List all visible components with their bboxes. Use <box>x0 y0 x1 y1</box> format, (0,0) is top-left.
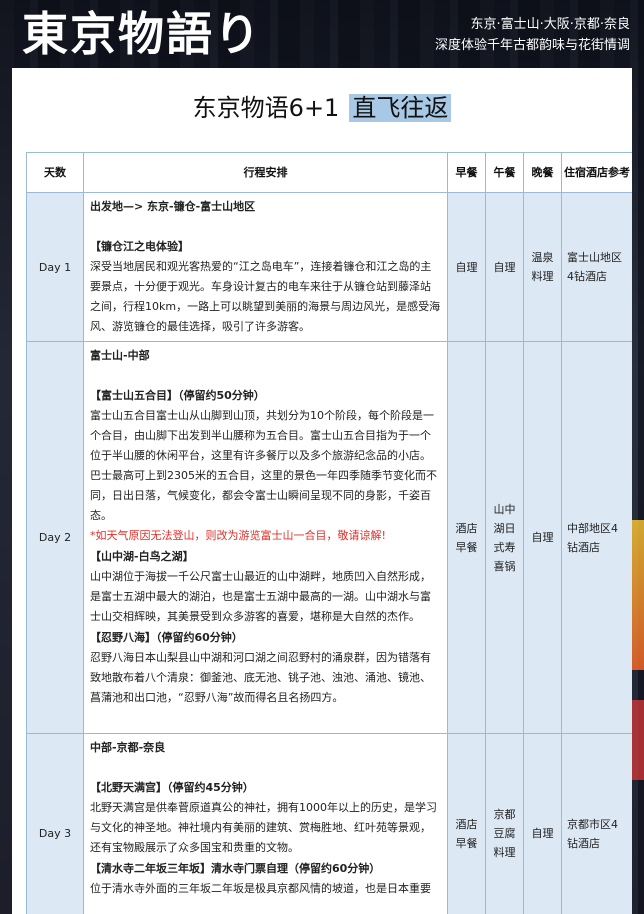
plan-cell: 出发地—> 东京-镰仓-富士山地区 【镰仓江之电体验】 深受当地居民和观光客热爱… <box>83 192 448 342</box>
tagline-destinations: 东京·富士山·大阪·京都·奈良 <box>470 17 630 32</box>
tagline-description: 深度体验千年古都韵味与花街情调 <box>434 38 630 53</box>
dinner-text: 温泉料理 <box>531 251 554 283</box>
day-cell: Day 3 <box>26 733 84 914</box>
dinner-cell: 温泉料理 <box>523 192 562 342</box>
route: 富士山-中部 <box>90 349 150 362</box>
lunch-cell: 自理 <box>485 192 524 342</box>
header-day: 天数 <box>26 152 84 193</box>
breakfast-cell: 自理 <box>447 192 486 342</box>
route: 出发地—> 东京-镰仓-富士山地区 <box>90 200 256 213</box>
header-banner: 東京物語り 东京·富士山·大阪·京都·奈良 深度体验千年古都韵味与花街情调 <box>0 0 644 68</box>
day-cell: Day 2 <box>26 341 84 734</box>
section-body: 山中湖位于海拔一千公尺富士山最近的山中湖畔，地质凹入自然形成，是富士五湖中最大的… <box>90 570 431 623</box>
section-body: 位于清水寺外面的三年坂二年坂是极具京都风情的坡道，也是日本重要 <box>90 882 431 895</box>
section-body: 富士山五合目富士山从山脚到山顶，共划分为10个阶段，每个阶段是一个合目，由山脚下… <box>90 409 437 522</box>
title-main: 东京物语6+1 <box>192 94 340 122</box>
section-heading: 【忍野八海】（停留约60分钟） <box>90 631 243 644</box>
header-breakfast: 早餐 <box>447 152 486 193</box>
hotel-cell: 京都市区4钻酒店 <box>561 733 632 914</box>
section-body: 北野天满宫是供奉菅原道真公的神社，拥有1000年以上的历史，是学习与文化的神圣地… <box>90 801 437 854</box>
header-dinner: 晚餐 <box>523 152 562 193</box>
section-body: 深受当地居民和观光客热爱的“江之岛电车”，连接着镰仓和江之岛的主要景点，十分便于… <box>90 260 441 333</box>
lunch-text: 京都豆腐料理 <box>493 808 516 859</box>
title-highlight: 直飞往返 <box>349 94 452 122</box>
table-row: Day 2 富士山-中部 【富士山五合目】（停留约50分钟） 富士山五合目富士山… <box>26 341 632 734</box>
hotel-cell: 中部地区4钻酒店 <box>561 341 632 734</box>
lunch-cell: 京都豆腐料理 <box>485 733 524 914</box>
section-heading: 【北野天满宫】（停留约45分钟） <box>90 781 254 794</box>
table-row: Day 1 出发地—> 东京-镰仓-富士山地区 【镰仓江之电体验】 深受当地居民… <box>26 192 632 342</box>
breakfast-cell: 酒店早餐 <box>447 733 486 914</box>
header-plan: 行程安排 <box>83 152 448 193</box>
hotel-cell: 富士山地区4钻酒店 <box>561 192 632 342</box>
weather-warning: *如天气原因无法登山，则改为游览富士山一合目，敬请谅解! <box>90 529 386 542</box>
section-heading: 【清水寺二年坂三年坂】清水寺门票自理（停留约60分钟） <box>90 862 381 875</box>
day-cell: Day 1 <box>26 192 84 342</box>
plan-cell: 中部-京都-奈良 【北野天满宫】（停留约45分钟） 北野天满宫是供奉菅原道真公的… <box>83 733 448 914</box>
itinerary-sheet: 东京物语6+1 直飞往返 天数 行程安排 早餐 午餐 晚餐 住宿酒店参考 Day … <box>12 68 632 914</box>
table-header-row: 天数 行程安排 早餐 午餐 晚餐 住宿酒店参考 <box>26 152 632 193</box>
lunch-cell: 山中湖日式寿喜锅 <box>485 341 524 734</box>
brand-logo-text: 東京物語り <box>22 7 262 61</box>
itinerary-table: 天数 行程安排 早餐 午餐 晚餐 住宿酒店参考 Day 1 出发地—> 东京-镰… <box>26 152 632 914</box>
header-hotel: 住宿酒店参考 <box>561 152 632 193</box>
dinner-cell: 自理 <box>523 733 562 914</box>
tagline: 东京·富士山·大阪·京都·奈良 深度体验千年古都韵味与花街情调 <box>435 14 630 56</box>
section-heading: 【富士山五合目】（停留约50分钟） <box>90 389 265 402</box>
section-heading: 【山中湖-白鸟之湖】 <box>90 550 194 563</box>
plan-cell: 富士山-中部 【富士山五合目】（停留约50分钟） 富士山五合目富士山从山脚到山顶… <box>83 341 448 734</box>
section-body: 忍野八海日本山梨县山中湖和河口湖之间忍野村的涌泉群，因为错落有致地散布着八个清泉… <box>90 651 431 704</box>
lunch-text: 山中湖日式寿喜锅 <box>493 502 516 573</box>
dinner-cell: 自理 <box>523 341 562 734</box>
document-title: 东京物语6+1 直飞往返 <box>12 88 632 123</box>
section-heading: 【镰仓江之电体验】 <box>90 240 189 253</box>
table-row: Day 3 中部-京都-奈良 【北野天满宫】（停留约45分钟） 北野天满宫是供奉… <box>26 733 632 914</box>
breakfast-text: 酒店早餐 <box>455 817 478 850</box>
breakfast-cell: 酒店早餐 <box>447 341 486 734</box>
header-lunch: 午餐 <box>485 152 524 193</box>
route: 中部-京都-奈良 <box>90 741 166 754</box>
breakfast-text: 酒店早餐 <box>455 521 478 554</box>
